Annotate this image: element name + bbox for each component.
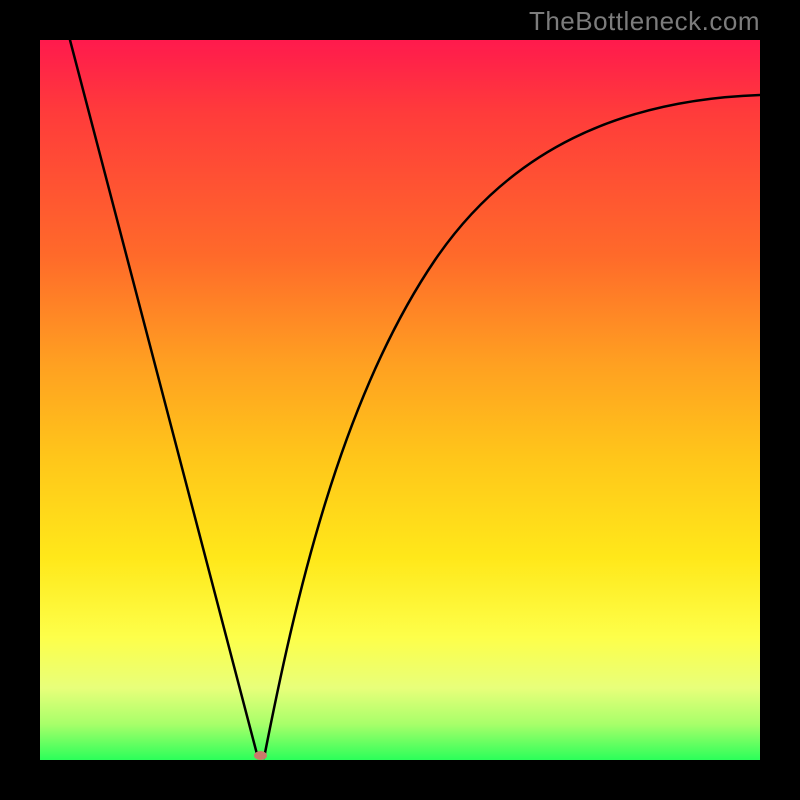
- curve-left-branch: [70, 40, 258, 758]
- watermark-text: TheBottleneck.com: [529, 6, 760, 37]
- minimum-marker: [254, 751, 267, 760]
- curve-right-branch: [264, 95, 760, 758]
- bottleneck-curve: [40, 40, 760, 760]
- plot-area: [40, 40, 760, 760]
- chart-frame: TheBottleneck.com: [0, 0, 800, 800]
